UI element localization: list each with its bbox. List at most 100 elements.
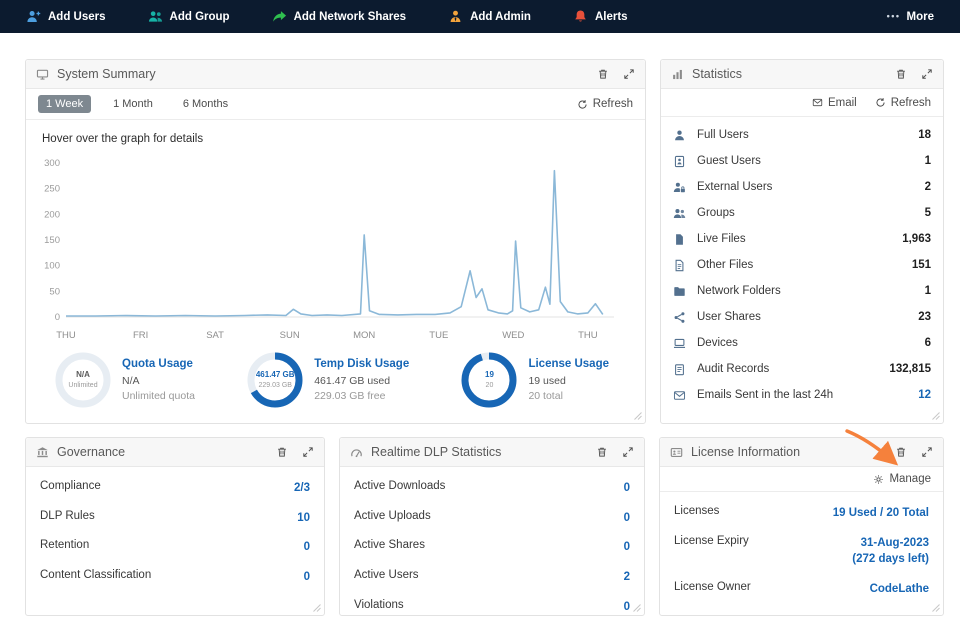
- expand-icon[interactable]: [302, 446, 314, 458]
- governance-value-link[interactable]: 2/3: [294, 480, 310, 497]
- summary-refresh-button[interactable]: Refresh: [577, 98, 633, 110]
- dlp-value-link[interactable]: 0: [624, 510, 630, 527]
- trash-icon[interactable]: [895, 446, 907, 458]
- governance-row: Retention 0: [40, 539, 310, 556]
- statistic-value: 1,963: [902, 233, 931, 245]
- dlp-row: Active Users 2: [354, 569, 630, 586]
- dashboard: System Summary 1 Week 1 Month 6 Months: [0, 33, 960, 616]
- dlp-title: Realtime DLP Statistics: [371, 445, 501, 459]
- usage-title-link[interactable]: Temp Disk Usage: [314, 358, 409, 370]
- statistic-row: Full Users 18: [673, 122, 931, 148]
- usage-line2: Unlimited quota: [122, 390, 195, 402]
- statistic-label: Groups: [697, 207, 735, 219]
- statistic-row: Audit Records 132,815: [673, 356, 931, 382]
- statistic-row-icon: [673, 129, 686, 142]
- statistic-label: Network Folders: [697, 285, 781, 297]
- statistic-row-icon: [673, 155, 686, 168]
- statistics-refresh-button[interactable]: Refresh: [875, 97, 931, 109]
- trash-icon[interactable]: [597, 68, 609, 80]
- time-range-tab[interactable]: 1 Month: [105, 95, 161, 113]
- nav-action-button[interactable]: Add Users: [26, 9, 106, 24]
- more-label: More: [907, 11, 934, 23]
- svg-text:SUN: SUN: [280, 330, 300, 341]
- system-summary-panel: System Summary 1 Week 1 Month 6 Months: [25, 59, 646, 424]
- license-rows: Licenses 19 Used / 20 Total License Expi…: [660, 492, 943, 598]
- governance-header: Governance: [26, 438, 324, 467]
- id-card-icon: [670, 446, 683, 459]
- nav-action-button[interactable]: Add Admin: [448, 9, 531, 24]
- svg-text:SAT: SAT: [206, 330, 224, 341]
- email-icon: [812, 97, 823, 108]
- expand-icon[interactable]: [622, 446, 634, 458]
- manage-license-button[interactable]: Manage: [873, 473, 931, 485]
- statistic-value: 1: [925, 155, 931, 167]
- resize-handle[interactable]: [634, 412, 642, 420]
- statistic-row: Live Files 1,963: [673, 226, 931, 252]
- donut-total: 20: [486, 381, 494, 390]
- svg-text:WED: WED: [502, 330, 524, 341]
- statistic-label: Other Files: [697, 259, 753, 271]
- dlp-row: Violations 0: [354, 599, 630, 616]
- license-value-link[interactable]: 31-Aug-2023 (272 days left): [852, 535, 929, 568]
- statistic-label: Emails Sent in the last 24h: [697, 389, 833, 401]
- resize-handle[interactable]: [313, 604, 321, 612]
- license-toolbar: Manage: [660, 467, 943, 492]
- usage-line-chart[interactable]: 050100150200250300THUFRISATSUNMONTUEWEDT…: [34, 151, 624, 347]
- trash-icon[interactable]: [276, 446, 288, 458]
- governance-value-link[interactable]: 0: [304, 539, 310, 556]
- bank-icon: [36, 446, 49, 459]
- dlp-value-link[interactable]: 0: [624, 599, 630, 616]
- trash-icon[interactable]: [895, 68, 907, 80]
- time-range-tab[interactable]: 1 Week: [38, 95, 91, 113]
- nav-action-icon: [272, 9, 287, 24]
- expand-icon[interactable]: [921, 68, 933, 80]
- dlp-value-link[interactable]: 0: [624, 480, 630, 497]
- dlp-row: Active Uploads 0: [354, 510, 630, 527]
- dlp-value-link[interactable]: 0: [624, 539, 630, 556]
- nav-action-icon: [448, 9, 463, 24]
- nav-action-button[interactable]: Add Network Shares: [272, 9, 406, 24]
- svg-text:TUE: TUE: [429, 330, 448, 341]
- nav-action-button[interactable]: Alerts: [573, 9, 628, 24]
- statistic-label: User Shares: [697, 311, 761, 323]
- statistics-title: Statistics: [692, 67, 742, 81]
- governance-label: Retention: [40, 539, 89, 551]
- resize-handle[interactable]: [932, 604, 940, 612]
- resize-handle[interactable]: [633, 604, 641, 612]
- expand-icon[interactable]: [921, 446, 933, 458]
- usage-stat: 461.47 GB 229.03 GB Temp Disk Usage 461.…: [246, 351, 409, 409]
- statistics-header: Statistics: [661, 60, 943, 89]
- usage-line2: 229.03 GB free: [314, 390, 409, 402]
- resize-handle[interactable]: [932, 412, 940, 420]
- statistic-label: Guest Users: [697, 155, 761, 167]
- statistic-row: Devices 6: [673, 330, 931, 356]
- time-range-tabs: 1 Week 1 Month 6 Months: [38, 95, 236, 113]
- statistic-value: 5: [925, 207, 931, 219]
- statistic-value: 151: [912, 259, 931, 271]
- governance-value-link[interactable]: 0: [304, 569, 310, 586]
- governance-panel: Governance Compliance 2/3 DLP Rules 10: [25, 437, 325, 616]
- more-button[interactable]: ••• More: [887, 11, 934, 23]
- license-value-link[interactable]: 19 Used / 20 Total: [833, 505, 929, 522]
- usage-title-link[interactable]: Quota Usage: [122, 358, 195, 370]
- donut-total: 229.03 GB: [258, 381, 291, 390]
- donut-chart: 461.47 GB 229.03 GB: [246, 351, 304, 409]
- license-value-link[interactable]: CodeLathe: [870, 581, 929, 598]
- statistic-row-icon: [673, 181, 686, 194]
- usage-title-link[interactable]: License Usage: [528, 358, 609, 370]
- svg-text:150: 150: [44, 235, 60, 246]
- governance-value-link[interactable]: 10: [297, 510, 310, 527]
- time-range-tab[interactable]: 6 Months: [175, 95, 236, 113]
- nav-action-button[interactable]: Add Group: [148, 9, 230, 24]
- statistic-value: 1: [925, 285, 931, 297]
- expand-icon[interactable]: [623, 68, 635, 80]
- email-button[interactable]: Email: [812, 97, 857, 109]
- statistic-row-icon: [673, 285, 686, 298]
- donut-value: 19: [485, 370, 494, 380]
- svg-text:THU: THU: [578, 330, 598, 341]
- license-header: License Information: [660, 438, 943, 467]
- trash-icon[interactable]: [596, 446, 608, 458]
- dlp-header: Realtime DLP Statistics: [340, 438, 644, 467]
- statistic-row-icon: [673, 311, 686, 324]
- dlp-value-link[interactable]: 2: [624, 569, 630, 586]
